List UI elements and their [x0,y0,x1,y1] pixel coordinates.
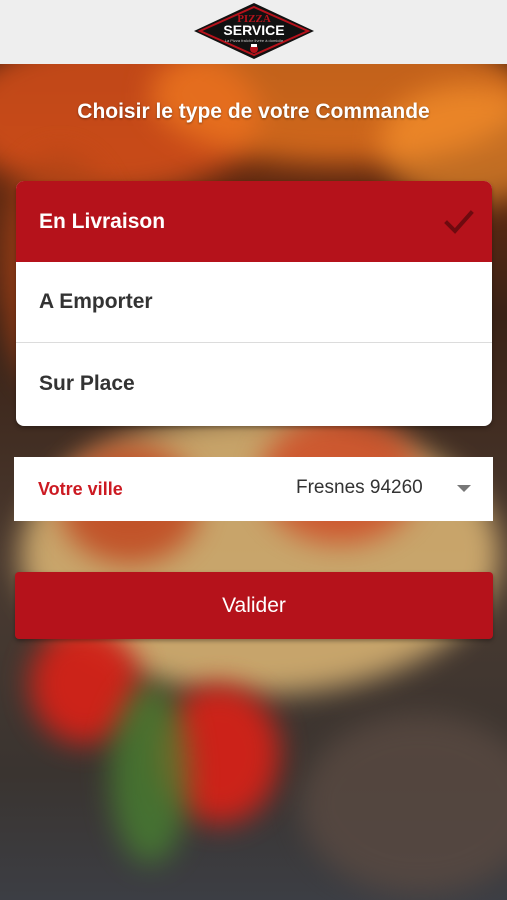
order-type-list: En Livraison A Emporter Sur Place [16,181,492,426]
app-screen: PIZZA SERVICE La Pizza fraîche livrée à … [0,0,507,900]
order-type-dine-in[interactable]: Sur Place [16,343,492,424]
city-label: Votre ville [38,478,123,499]
order-type-label: Sur Place [39,371,135,395]
order-type-label: A Emporter [39,290,153,313]
order-type-takeaway[interactable]: A Emporter [16,262,492,343]
logo-main-text: SERVICE [223,22,284,38]
validate-button[interactable]: Valider [15,572,493,639]
logo-tagline-text: La Pizza fraîche livrée à domicile [225,38,284,43]
order-type-label: En Livraison [39,209,166,233]
city-select[interactable]: Votre ville Fresnes 94260 [14,457,493,521]
check-icon [444,210,474,234]
order-type-delivery[interactable]: En Livraison [16,181,492,262]
caret-down-icon [457,485,471,492]
city-value: Fresnes 94260 [296,477,423,498]
pizza-service-logo: PIZZA SERVICE La Pizza fraîche livrée à … [194,3,314,59]
page-title: Choisir le type de votre Commande [77,100,430,123]
top-bar: PIZZA SERVICE La Pizza fraîche livrée à … [0,0,507,64]
